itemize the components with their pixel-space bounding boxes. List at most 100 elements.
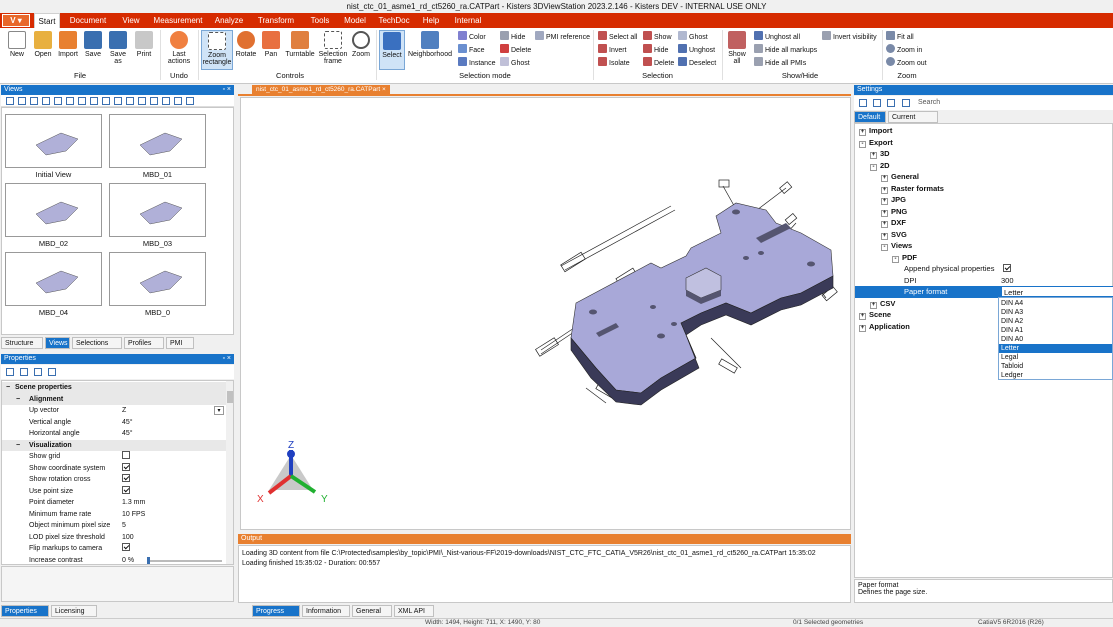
paper-option-din-a1[interactable]: DIN A1 (999, 326, 1112, 335)
isolate-button[interactable]: Isolate (598, 57, 630, 69)
sort-icon[interactable] (887, 99, 895, 107)
view-toolbar-icon[interactable] (54, 97, 62, 105)
menu-tab-help[interactable]: Help (418, 13, 444, 28)
property-value[interactable]: Z (122, 405, 126, 417)
property-value[interactable]: 10 FPS (122, 509, 145, 521)
paper-option-letter[interactable]: Letter (999, 344, 1112, 353)
hide-button[interactable]: Hide (643, 44, 668, 56)
property-checkbox[interactable] (122, 451, 130, 463)
checkbox[interactable] (122, 485, 130, 494)
view-thumbnail[interactable] (109, 183, 206, 237)
pin-icon[interactable]: ▫ × (222, 85, 231, 95)
expand-icon[interactable]: + (881, 221, 888, 228)
paper-option-tabloid[interactable]: Tabloid (999, 362, 1112, 371)
last-actions-button[interactable]: Last actions (164, 31, 194, 65)
view-toolbar-icon[interactable] (66, 97, 74, 105)
color-button[interactable]: Color (458, 31, 486, 43)
settings-node-dxf[interactable]: + DXF (881, 217, 906, 229)
collapse-icon[interactable]: − (16, 394, 20, 406)
property-value[interactable]: 45° (122, 428, 133, 440)
show-button[interactable]: Show (643, 31, 672, 43)
ghost-button[interactable]: Ghost (678, 31, 708, 43)
pan-button[interactable]: Pan (260, 31, 282, 58)
ghost-mode-button[interactable]: Ghost (500, 57, 530, 69)
view-toolbar-icon[interactable] (90, 97, 98, 105)
expand-icon[interactable]: + (881, 186, 888, 194)
property-value[interactable]: 1.3 mm (122, 497, 145, 509)
paper-option-ledger[interactable]: Ledger (999, 371, 1112, 380)
pin-icon[interactable]: ▫ × (222, 354, 231, 364)
collapse-icon[interactable]: - (870, 163, 877, 171)
view-toolbar-icon[interactable] (102, 97, 110, 105)
expand-icon[interactable]: + (870, 301, 877, 309)
expand-icon[interactable]: + (859, 129, 866, 136)
zoom-out-button[interactable]: Zoom out (886, 57, 927, 69)
expand-icon[interactable]: + (859, 324, 866, 332)
hide-all-markups-button[interactable]: Hide all markups (754, 44, 817, 56)
menu-tab-start[interactable]: Start (34, 13, 60, 28)
collapse-icon[interactable]: - (892, 255, 899, 263)
property-row-alignment[interactable]: − Alignment (2, 393, 226, 406)
settings-node-general[interactable]: + General (881, 171, 919, 183)
tab-information[interactable]: Information (302, 605, 350, 617)
settings-node-scene[interactable]: + Scene (859, 309, 891, 321)
unghost-button[interactable]: Unghost (678, 44, 715, 56)
pdf-setting-append-physical-properties[interactable]: Append physical properties (855, 263, 1113, 275)
zoom-button[interactable]: Zoom (349, 31, 373, 58)
paper-option-din-a0[interactable]: DIN A0 (999, 335, 1112, 344)
view-toolbar-icon[interactable] (18, 97, 26, 105)
collapse-icon[interactable]: - (881, 244, 888, 251)
menu-tab-document[interactable]: Document (64, 13, 112, 28)
hide-all-pmis-button[interactable]: Hide all PMIs (754, 57, 806, 69)
tab-progress[interactable]: Progress (252, 605, 300, 617)
settings-node-pdf[interactable]: - PDF (892, 252, 917, 264)
tab-licensing[interactable]: Licensing (51, 605, 97, 617)
paper-option-din-a3[interactable]: DIN A3 (999, 308, 1112, 317)
invert-visibility-button[interactable]: Invert visibility (822, 31, 877, 43)
view-toolbar-icon[interactable] (78, 97, 86, 105)
menu-tab-view[interactable]: View (116, 13, 146, 28)
checkbox[interactable] (122, 474, 130, 482)
settings-node-export[interactable]: - Export (859, 137, 893, 149)
zoom-rectangle-button[interactable]: Zoom rectangle (201, 30, 233, 70)
property-checkbox[interactable] (122, 543, 130, 555)
expand-icon[interactable]: + (881, 175, 888, 182)
settings-node-views[interactable]: - Views (881, 240, 912, 252)
view-thumbnail[interactable] (109, 114, 206, 168)
face-button[interactable]: Face (458, 44, 485, 56)
pdf-setting-dpi[interactable]: DPI 300 (855, 275, 1113, 287)
app-menu-button[interactable]: V ▾ (2, 14, 30, 27)
property-value[interactable]: 5 (122, 520, 126, 532)
unghost-all-button[interactable]: Unghost all (754, 31, 800, 43)
settings-node-2d[interactable]: -2D (870, 160, 890, 172)
tab-pmi[interactable]: PMI (166, 337, 194, 349)
view-toolbar-icon[interactable] (6, 97, 14, 105)
chevron-down-icon[interactable]: ▾ (214, 406, 224, 415)
property-row-visualization[interactable]: − Visualization (2, 439, 226, 451)
fit-all-button[interactable]: Fit all (886, 31, 914, 43)
search-field[interactable]: Search (918, 97, 940, 109)
menu-tab-internal[interactable]: Internal (448, 13, 488, 28)
setting-value[interactable]: 300 (1001, 275, 1014, 287)
paper-option-din-a2[interactable]: DIN A2 (999, 317, 1112, 326)
setting-checkbox[interactable] (1003, 263, 1011, 275)
tab-general[interactable]: General (352, 605, 392, 617)
view-toolbar-icon[interactable] (162, 97, 170, 105)
tab-views[interactable]: Views (45, 337, 70, 349)
checkbox[interactable] (122, 543, 130, 551)
pmi-reference-button[interactable]: PMI reference (535, 31, 590, 43)
tab-properties[interactable]: Properties (1, 605, 49, 617)
expand-all-icon[interactable] (6, 368, 14, 376)
save-button[interactable]: Save (82, 31, 104, 58)
menu-tab-transform[interactable]: Transform (252, 13, 300, 28)
menu-tab-model[interactable]: Model (340, 13, 370, 28)
tab-selections[interactable]: Selections (72, 337, 122, 349)
turntable-button[interactable]: Turntable (283, 31, 317, 58)
property-value[interactable]: 100 (122, 532, 134, 544)
paper-format-select[interactable]: Letter (1001, 286, 1113, 297)
invert-button[interactable]: Invert (598, 44, 627, 56)
view-toolbar-icon[interactable] (174, 97, 182, 105)
pdf-setting-paper-format[interactable]: Paper format Letter (855, 286, 1113, 298)
close-icon[interactable]: × (382, 86, 386, 93)
3d-model[interactable]: Z X Y (241, 98, 851, 530)
